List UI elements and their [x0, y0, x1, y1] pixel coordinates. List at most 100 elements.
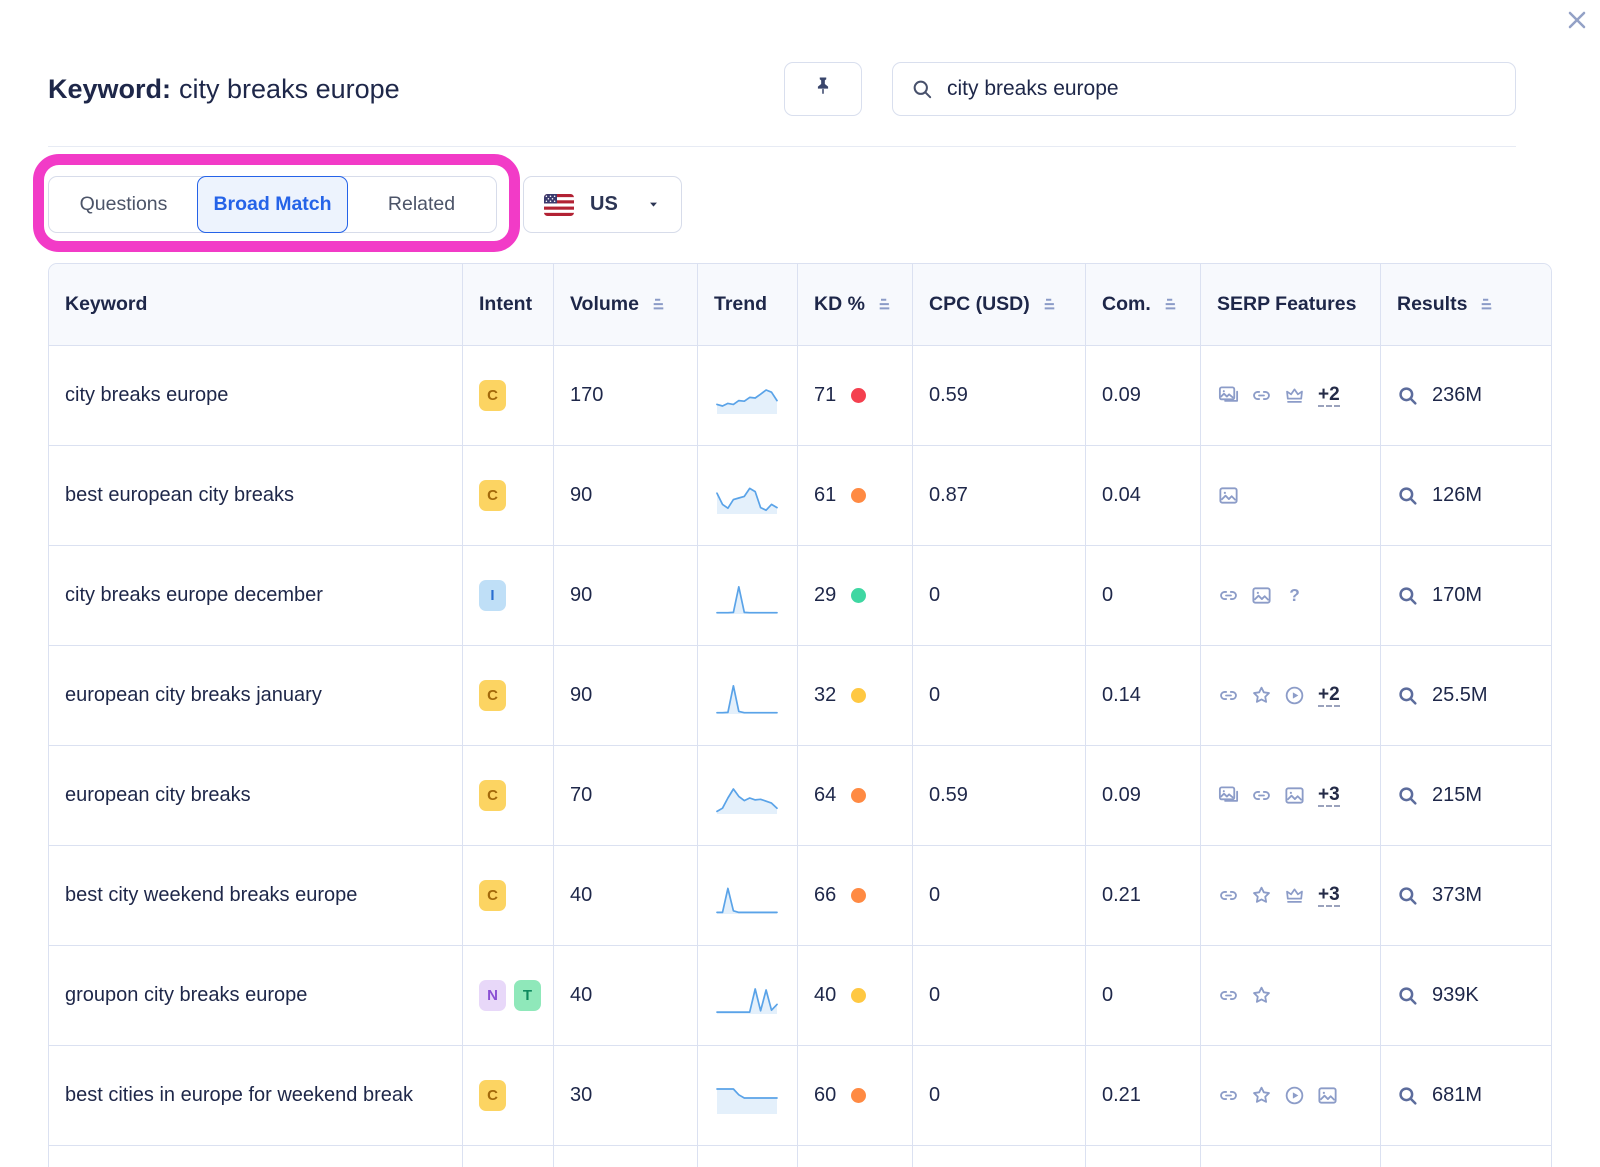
- kd-value: 71: [814, 384, 836, 407]
- magnifier-icon: [1397, 485, 1419, 507]
- serp-features-cell: +3: [1201, 846, 1381, 945]
- kd-difficulty-dot: [851, 688, 866, 703]
- intent-cell: C: [463, 1046, 554, 1145]
- com-value: 0.04: [1102, 484, 1141, 507]
- sort-icon[interactable]: [1039, 294, 1060, 315]
- cpc-cell: 0.87: [913, 446, 1086, 545]
- sort-icon[interactable]: [648, 294, 669, 315]
- intent-cell: C: [463, 346, 554, 445]
- com-cell: 0: [1086, 946, 1201, 1045]
- link-icon: [1217, 884, 1240, 907]
- cpc-cell: 0: [913, 946, 1086, 1045]
- trend-cell: [698, 946, 798, 1045]
- keyword-cell[interactable]: best cities in europe for weekend break: [49, 1046, 463, 1145]
- trend-sparkline: [714, 774, 780, 818]
- country-selector[interactable]: US: [523, 176, 682, 233]
- magnifier-icon: [1397, 685, 1419, 707]
- volume-value: 90: [570, 584, 592, 607]
- tab-broad-match[interactable]: Broad Match: [197, 176, 348, 233]
- table-row[interactable]: city breaks europeC170710.590.09+2236M: [49, 346, 1551, 446]
- volume-value: 90: [570, 684, 592, 707]
- magnifier-icon: [1397, 585, 1419, 607]
- results-cell: 170M: [1381, 546, 1552, 645]
- keyword-cell[interactable]: city breaks europe december: [49, 546, 463, 645]
- close-icon[interactable]: [1564, 7, 1590, 33]
- column-header-com: Com.: [1086, 264, 1201, 345]
- tab-questions[interactable]: Questions: [49, 177, 198, 232]
- serp-features-cell: +2: [1201, 646, 1381, 745]
- serp-more-link[interactable]: +2: [1318, 384, 1340, 408]
- com-cell: 0.21: [1086, 846, 1201, 945]
- trend-sparkline: [714, 1074, 780, 1118]
- keyword-cell[interactable]: city breaks europe: [49, 346, 463, 445]
- image-icon: [1250, 584, 1273, 607]
- sort-icon[interactable]: [1160, 294, 1181, 315]
- magnifier-icon: [1397, 385, 1419, 407]
- intent-cell: I: [463, 546, 554, 645]
- cpc-cell: 0: [913, 646, 1086, 745]
- country-code-label: US: [590, 193, 618, 216]
- kd-difficulty-dot: [851, 488, 866, 503]
- keyword-text: city breaks europe december: [65, 583, 323, 608]
- empty-cell: [798, 1146, 913, 1167]
- table-row[interactable]: european city breaks januaryC 90 32 0 0.14 +2…: [49, 646, 1551, 746]
- keyword-cell[interactable]: european city breaks: [49, 746, 463, 845]
- kd-cell: 32: [798, 646, 913, 745]
- cpc-value: 0: [929, 584, 940, 607]
- results-cell: 373M: [1381, 846, 1552, 945]
- keyword-cell[interactable]: best city weekend breaks europe: [49, 846, 463, 945]
- sort-icon[interactable]: [1476, 294, 1497, 315]
- intent-badge-t: T: [514, 980, 541, 1011]
- cpc-value: 0: [929, 684, 940, 707]
- tab-related[interactable]: Related: [347, 177, 496, 232]
- sort-icon[interactable]: [874, 294, 895, 315]
- pin-button[interactable]: [784, 62, 862, 116]
- cpc-cell: 0.59: [913, 346, 1086, 445]
- column-header-keyword: Keyword: [49, 264, 463, 345]
- table-row[interactable]: best cities in europe for weekend break C…: [49, 1046, 1551, 1146]
- table-row[interactable]: best city weekend breaks europeC406600.2…: [49, 846, 1551, 946]
- link-icon: [1250, 384, 1273, 407]
- intent-cell: C: [463, 646, 554, 745]
- table-row[interactable]: city breaks europe decemberI902900?170M: [49, 546, 1551, 646]
- keyword-cell[interactable]: groupon city breaks europe: [49, 946, 463, 1045]
- keyword-cell[interactable]: european city breaks january: [49, 646, 463, 745]
- trend-cell: [698, 346, 798, 445]
- kd-difficulty-dot: [851, 388, 866, 403]
- volume-value: 30: [570, 1084, 592, 1107]
- keyword-text: best european city breaks: [65, 483, 294, 508]
- serp-features-cell: [1201, 446, 1381, 545]
- cpc-cell: 0: [913, 846, 1086, 945]
- com-cell: 0.14: [1086, 646, 1201, 745]
- keyword-overview-modal: Keyword:city breaks europe Questions Bro…: [0, 0, 1600, 1167]
- volume-cell: 70: [554, 746, 698, 845]
- table-row[interactable]: groupon city breaks europeNT404000939K: [49, 946, 1551, 1046]
- link-icon: [1217, 1084, 1240, 1107]
- search-input[interactable]: [947, 77, 1497, 101]
- serp-features-cell: +3: [1201, 746, 1381, 845]
- serp-more-link[interactable]: +3: [1318, 884, 1340, 908]
- svg-text:?: ?: [1289, 585, 1300, 605]
- volume-cell: 40: [554, 846, 698, 945]
- volume-cell: 40: [554, 946, 698, 1045]
- kd-cell: 40: [798, 946, 913, 1045]
- com-cell: 0.21: [1086, 1046, 1201, 1145]
- keyword-cell[interactable]: best european city breaks: [49, 446, 463, 545]
- magnifier-icon: [1397, 785, 1419, 807]
- table-row[interactable]: european city breaksC70640.590.09+3215M: [49, 746, 1551, 846]
- pushpin-icon: [810, 74, 836, 105]
- us-flag-icon: [544, 194, 574, 216]
- table-row[interactable]: best european city breaksC90610.870.0412…: [49, 446, 1551, 546]
- kd-value: 66: [814, 884, 836, 907]
- link-icon: [1217, 684, 1240, 707]
- empty-cell: [913, 1146, 1086, 1167]
- intent-cell: NT: [463, 946, 554, 1045]
- kd-value: 60: [814, 1084, 836, 1107]
- results-value: 215M: [1432, 784, 1482, 807]
- serp-more-link[interactable]: +3: [1318, 784, 1340, 808]
- keyword-text: best cities in europe for weekend break: [65, 1083, 413, 1108]
- serp-more-link[interactable]: +2: [1318, 684, 1340, 708]
- cpc-value: 0: [929, 1084, 940, 1107]
- search-icon: [911, 78, 934, 101]
- results-value: 681M: [1432, 1084, 1482, 1107]
